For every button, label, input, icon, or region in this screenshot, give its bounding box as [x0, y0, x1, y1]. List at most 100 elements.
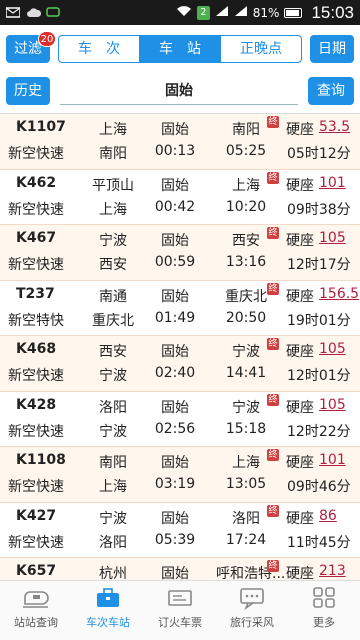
- terminal-tag: 终: [267, 560, 279, 572]
- train-row[interactable]: K427 新空快速 宁波 洛阳 固始 05:39 洛阳 17:24 硬座 86 11时45分终: [0, 502, 360, 558]
- travel-duration: 19时01分: [287, 312, 351, 329]
- seat-class: 硬座: [286, 399, 314, 416]
- ticket-price[interactable]: 213: [319, 563, 346, 579]
- seat-class: 硬座: [286, 122, 314, 138]
- arrival-station: 重庆北: [92, 312, 134, 329]
- tab-more[interactable]: 更多: [288, 581, 360, 640]
- tab-train-number[interactable]: 车 次: [59, 36, 139, 62]
- terminal-tag: 终: [267, 116, 279, 128]
- arrival-time: 13:05: [225, 476, 267, 492]
- arrival-time: 14:41: [225, 365, 267, 381]
- battery-icon: [284, 7, 303, 18]
- origin-station: 洛阳: [99, 399, 127, 416]
- train-code: K467: [16, 230, 57, 246]
- battery-percent: 81%: [252, 5, 280, 20]
- ticket-price[interactable]: 86: [319, 508, 337, 524]
- travel-duration: 09时38分: [287, 201, 351, 218]
- train-code: T237: [16, 285, 55, 302]
- ticket-price[interactable]: 105: [319, 341, 346, 357]
- arrival-time: 10:20: [225, 198, 267, 215]
- departure-time: 01:49: [154, 309, 196, 326]
- ticket-price[interactable]: 53.5: [319, 119, 350, 135]
- train-row[interactable]: K462 新空快速 平顶山 上海 固始 00:42 上海 10:20 硬座 101 09时38分终: [0, 169, 360, 225]
- ticket-price[interactable]: 101: [319, 175, 346, 191]
- travel-duration: 05时12分: [287, 146, 351, 162]
- train-code: K428: [16, 396, 57, 413]
- train-row[interactable]: K1108 新空快速 南阳 上海 固始 03:19 上海 13:05 硬座 101 09时46分终: [0, 447, 360, 503]
- train-row[interactable]: T237 新空特快 南通 重庆北 固始 01:49 重庆北 20:50 硬座 156.5 19时01…: [0, 280, 360, 336]
- tab-delay[interactable]: 正晚点: [220, 36, 301, 62]
- tab-station-query[interactable]: 站站查询: [0, 581, 72, 640]
- train-type: 新空快速: [8, 201, 64, 218]
- station-input[interactable]: 固始: [60, 77, 298, 105]
- origin-station: 宁波: [99, 510, 127, 527]
- seat-class: 硬座: [286, 455, 314, 471]
- origin-station: 平顶山: [92, 177, 134, 194]
- arrival-time: 15:18: [225, 420, 267, 437]
- tab-label: 更多: [313, 616, 335, 629]
- train-type: 新空快速: [8, 146, 64, 162]
- tab-label: 站站查询: [14, 616, 58, 629]
- train-icon: [23, 591, 49, 608]
- tab-train-station[interactable]: 车次车站: [72, 581, 144, 640]
- history-button[interactable]: 历史: [6, 77, 50, 105]
- query-button[interactable]: 查询: [308, 77, 354, 105]
- tab-station[interactable]: 车 站: [139, 36, 220, 62]
- train-type: 新空快速: [8, 479, 64, 495]
- train-row[interactable]: K1107 新空快速 上海 南阳 固始 00:13 南阳 05:25 硬座 53.5 05时12分终: [0, 114, 360, 170]
- origin-station: 上海: [99, 122, 127, 138]
- terminal-tag: 终: [267, 504, 279, 517]
- signal-icon: [215, 5, 229, 20]
- ticket-price[interactable]: 101: [319, 452, 346, 468]
- arrival-time: 05:25: [225, 143, 267, 159]
- seat-class: 硬座: [286, 288, 314, 305]
- seat-class: 硬座: [286, 177, 314, 194]
- current-station: 固始: [161, 288, 189, 305]
- ticket-price[interactable]: 105: [319, 230, 346, 246]
- origin-station: 西安: [99, 344, 127, 360]
- train-type: 新空特快: [8, 312, 64, 329]
- ticket-price[interactable]: 105: [319, 397, 346, 413]
- briefcase-icon: [97, 588, 119, 607]
- origin-station: 宁波: [99, 233, 127, 249]
- current-station: 固始: [161, 566, 189, 580]
- tab-label: 订火车票: [158, 616, 202, 629]
- arrival-station: 西安: [99, 257, 127, 273]
- travel-duration: 12时01分: [287, 368, 351, 384]
- filter-count-badge: 20: [38, 31, 56, 47]
- arrival-station: 上海: [99, 201, 127, 218]
- arrival-station: 南阳: [99, 146, 127, 162]
- date-button[interactable]: 日期: [310, 35, 354, 63]
- train-row[interactable]: K467 新空快速 宁波 西安 固始 00:59 西安 13:16 硬座 105 12时17分终: [0, 225, 360, 281]
- train-row[interactable]: K657 杭州 固始 呼和浩特... 硬座 213 终: [0, 558, 360, 580]
- train-type: 新空快速: [8, 257, 64, 273]
- travel-duration: 09时46分: [287, 479, 351, 495]
- departure-time: 02:56: [154, 420, 196, 437]
- current-station: 固始: [161, 344, 189, 360]
- tab-book-ticket[interactable]: 订火车票: [144, 581, 216, 640]
- wifi-icon: [176, 5, 192, 20]
- terminal-tag: 终: [267, 282, 279, 295]
- arrival-time: 20:50: [225, 309, 267, 326]
- current-station: 固始: [161, 177, 189, 194]
- tab-label: 旅行采风: [230, 616, 274, 629]
- tab-travel[interactable]: 旅行采风: [216, 581, 288, 640]
- current-station: 固始: [161, 122, 189, 138]
- terminal-tag: 终: [267, 393, 279, 406]
- departure-time: 00:59: [154, 254, 196, 270]
- train-row[interactable]: K428 新空快速 洛阳 宁波 固始 02:56 宁波 15:18 硬座 105 12时22分终: [0, 391, 360, 447]
- arrival-station: 宁波: [99, 423, 127, 440]
- arrival-time: 13:16: [225, 254, 267, 270]
- train-row[interactable]: K468 新空快速 西安 宁波 固始 02:40 宁波 14:41 硬座 105 12时01分终: [0, 336, 360, 392]
- train-list[interactable]: K1107 新空快速 上海 南阳 固始 00:13 南阳 05:25 硬座 53.5 05时12分终…: [0, 113, 360, 580]
- arrival-station: 洛阳: [99, 534, 127, 551]
- current-station: 固始: [161, 510, 189, 527]
- chat-bubble-icon: [46, 6, 60, 19]
- train-type: 新空快速: [8, 368, 64, 384]
- ticket-icon: [168, 590, 192, 606]
- ticket-price[interactable]: 156.5: [319, 286, 359, 302]
- terminal-tag: 终: [267, 449, 279, 461]
- arrival-station: 宁波: [99, 368, 127, 384]
- sim-indicator: 2: [196, 5, 210, 20]
- travel-duration: 12时17分: [287, 257, 351, 273]
